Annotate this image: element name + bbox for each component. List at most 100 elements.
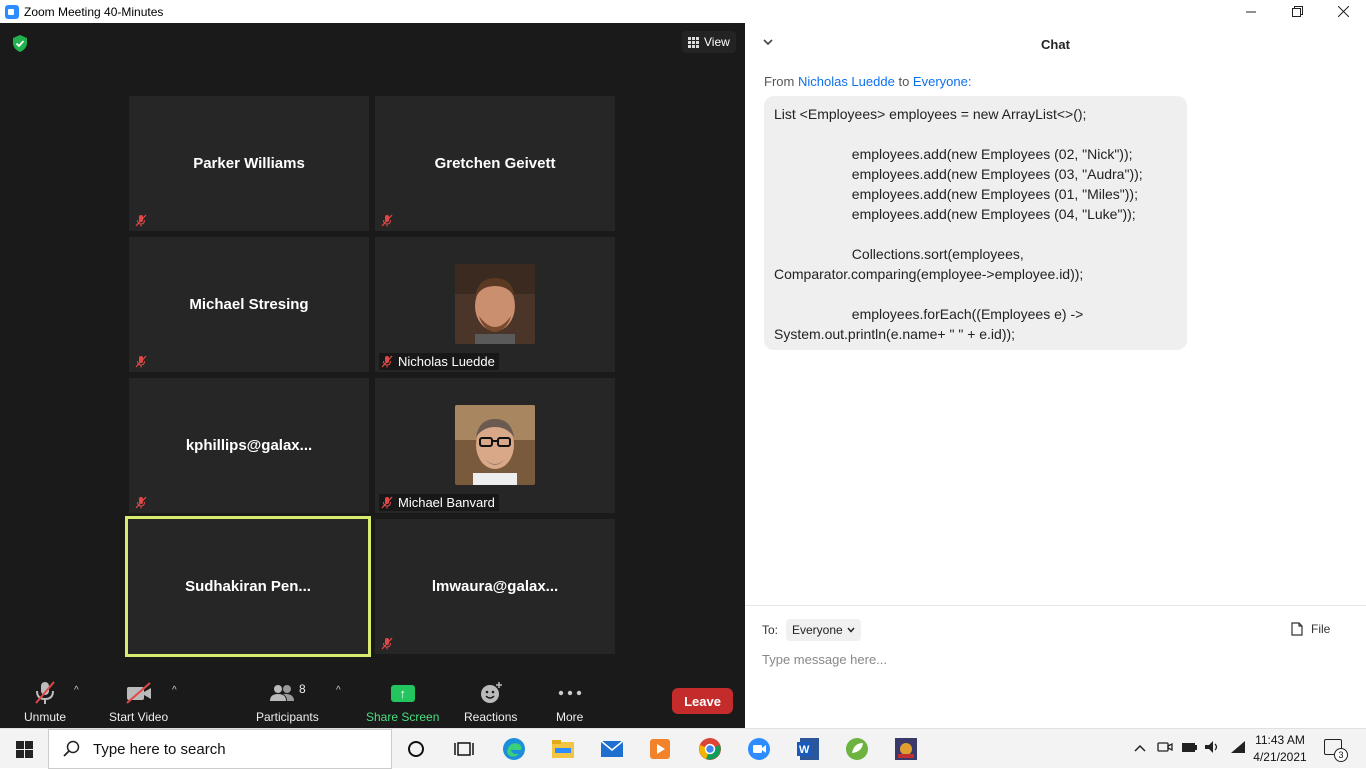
word-icon[interactable]: W bbox=[796, 737, 820, 761]
participant-name-tag: Nicholas Luedde bbox=[379, 353, 499, 370]
reactions-button[interactable]: Reactions bbox=[464, 678, 517, 724]
taskbar-clock[interactable]: 11:43 AM 4/21/2021 bbox=[1250, 732, 1310, 766]
game-icon[interactable] bbox=[894, 737, 918, 761]
file-icon bbox=[1291, 622, 1303, 636]
view-label: View bbox=[704, 35, 730, 49]
recipient-name[interactable]: Everyone: bbox=[913, 74, 972, 89]
participant-name: Michael Stresing bbox=[189, 296, 309, 313]
task-view-icon[interactable] bbox=[452, 737, 476, 761]
tray-overflow-icon[interactable] bbox=[1134, 740, 1146, 755]
file-button[interactable]: File bbox=[1291, 622, 1330, 636]
recipient-dropdown[interactable]: Everyone bbox=[786, 619, 861, 641]
leave-button[interactable]: Leave bbox=[672, 688, 733, 714]
meeting-toolbar: Unmute ^ Start Video ^ 8 Participants ^ bbox=[0, 670, 745, 728]
microphone-muted-icon bbox=[35, 681, 55, 704]
zoom-app-icon bbox=[5, 4, 19, 19]
participants-button[interactable]: 8 Participants bbox=[256, 678, 319, 724]
chat-message-bubble: List <Employees> employees = new ArrayLi… bbox=[764, 96, 1187, 350]
media-icon[interactable] bbox=[648, 737, 672, 761]
participants-label: Participants bbox=[256, 710, 319, 724]
participants-icon bbox=[270, 685, 294, 701]
view-button[interactable]: View bbox=[682, 31, 736, 53]
recipient-dropdown-value: Everyone bbox=[792, 623, 843, 637]
participant-name: Sudhakiran Pen... bbox=[185, 578, 311, 595]
participant-tile[interactable]: lmwaura@galax... bbox=[375, 519, 615, 654]
restore-button[interactable] bbox=[1274, 0, 1320, 23]
participant-name: Parker Williams bbox=[193, 155, 305, 172]
wifi-icon[interactable] bbox=[1230, 740, 1246, 757]
to-word: to bbox=[898, 74, 910, 89]
unmute-label: Unmute bbox=[24, 710, 67, 724]
meet-now-icon[interactable] bbox=[1157, 740, 1173, 757]
zoom-icon[interactable] bbox=[747, 737, 771, 761]
participants-count: 8 bbox=[299, 682, 306, 696]
chrome-icon[interactable] bbox=[698, 737, 722, 761]
muted-mic-icon bbox=[381, 496, 393, 509]
more-button[interactable]: More bbox=[556, 678, 583, 724]
start-video-label: Start Video bbox=[109, 710, 169, 724]
participant-name: Gretchen Geivett bbox=[434, 155, 556, 172]
chat-panel: Chat From Nicholas Luedde to Everyone: L… bbox=[745, 23, 1366, 728]
windows-start-icon[interactable] bbox=[16, 741, 33, 758]
video-options-caret[interactable]: ^ bbox=[172, 685, 177, 696]
clock-time: 11:43 AM bbox=[1255, 733, 1305, 747]
more-dots-icon bbox=[558, 690, 581, 696]
muted-mic-icon bbox=[381, 355, 393, 368]
search-icon bbox=[63, 740, 80, 757]
chat-message-input[interactable] bbox=[762, 649, 1352, 669]
close-icon bbox=[1337, 6, 1349, 17]
search-placeholder: Type here to search bbox=[93, 740, 226, 758]
muted-mic-icon bbox=[135, 496, 147, 509]
participant-name-tag: Michael Banvard bbox=[379, 494, 499, 511]
participant-tile[interactable]: Nicholas Luedde bbox=[375, 237, 615, 372]
participant-tile-active-speaker[interactable]: Sudhakiran Pen... bbox=[125, 516, 371, 657]
unmute-button[interactable]: Unmute bbox=[24, 678, 66, 724]
participant-tile[interactable]: Michael Banvard bbox=[375, 378, 615, 513]
notification-count-badge: 3 bbox=[1334, 748, 1348, 762]
minimize-button[interactable] bbox=[1228, 0, 1274, 23]
file-label: File bbox=[1311, 622, 1331, 636]
muted-mic-icon bbox=[135, 214, 147, 227]
participant-photo bbox=[455, 405, 535, 485]
edge-icon[interactable] bbox=[502, 737, 526, 761]
encryption-shield-icon[interactable] bbox=[12, 35, 28, 52]
participants-options-caret[interactable]: ^ bbox=[336, 685, 341, 696]
close-button[interactable] bbox=[1320, 0, 1366, 23]
sender-name[interactable]: Nicholas Luedde bbox=[798, 74, 895, 89]
spring-icon[interactable] bbox=[845, 737, 869, 761]
gallery-grid-icon bbox=[688, 36, 699, 48]
meeting-video-area: View Parker Williams Gretchen Geivett Mi… bbox=[0, 23, 745, 728]
muted-mic-icon bbox=[381, 637, 393, 650]
volume-icon[interactable] bbox=[1204, 740, 1220, 757]
chat-message-header: From Nicholas Luedde to Everyone: bbox=[764, 74, 971, 89]
participant-name: Michael Banvard bbox=[398, 495, 495, 510]
muted-mic-icon bbox=[381, 214, 393, 227]
from-prefix: From bbox=[764, 74, 795, 89]
reactions-smiley-icon bbox=[480, 682, 502, 703]
participant-name: kphillips@galax... bbox=[185, 437, 313, 454]
minimize-icon bbox=[1246, 11, 1256, 12]
to-label: To: bbox=[762, 623, 779, 637]
windows-taskbar: Type here to search W 11:43 AM 4/21/2021… bbox=[0, 728, 1366, 769]
chevron-down-icon bbox=[847, 627, 855, 633]
more-label: More bbox=[556, 710, 584, 724]
taskbar-search-box[interactable]: Type here to search bbox=[48, 729, 392, 769]
mail-icon[interactable] bbox=[600, 737, 624, 761]
start-video-button[interactable]: Start Video bbox=[109, 678, 168, 724]
audio-options-caret[interactable]: ^ bbox=[74, 685, 79, 696]
participant-tile[interactable]: kphillips@galax... bbox=[129, 378, 369, 513]
file-explorer-icon[interactable] bbox=[551, 737, 575, 761]
participant-tile[interactable]: Parker Williams bbox=[129, 96, 369, 231]
reactions-label: Reactions bbox=[464, 710, 518, 724]
video-off-icon bbox=[125, 682, 151, 704]
participant-tile[interactable]: Michael Stresing bbox=[129, 237, 369, 372]
restore-icon bbox=[1291, 6, 1303, 17]
svg-text:W: W bbox=[799, 744, 810, 756]
window-titlebar: Zoom Meeting 40-Minutes bbox=[0, 0, 1366, 23]
share-screen-button[interactable]: ↑ Share Screen bbox=[366, 678, 439, 724]
chat-title: Chat bbox=[1041, 37, 1070, 52]
cortana-icon[interactable] bbox=[404, 737, 428, 761]
participant-name: Nicholas Luedde bbox=[398, 354, 495, 369]
participant-tile[interactable]: Gretchen Geivett bbox=[375, 96, 615, 231]
battery-icon[interactable] bbox=[1181, 740, 1197, 757]
